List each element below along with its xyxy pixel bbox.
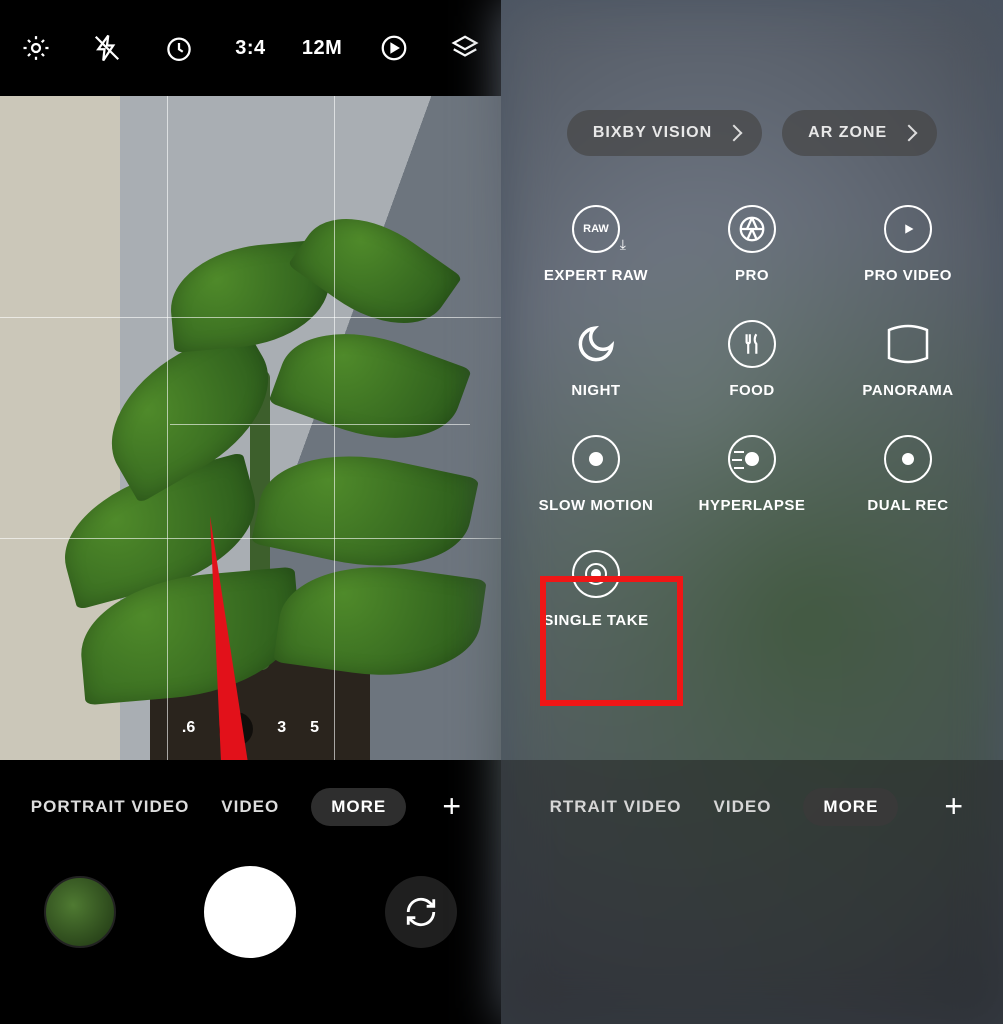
camera-main-screen: 3:4 12M bbox=[0, 0, 501, 1024]
ar-zone-label: AR ZONE bbox=[808, 124, 887, 142]
modes-grid: RAW ⤓ EXPERT RAW PRO PRO VIDEO bbox=[501, 205, 1003, 629]
mode-strip[interactable]: RTRAIT VIDEO VIDEO MORE bbox=[501, 760, 1003, 826]
grid-line bbox=[0, 538, 501, 539]
camera-viewfinder[interactable]: .6 1 3 5 bbox=[0, 96, 501, 760]
zoom-selector[interactable]: .6 1 3 5 bbox=[0, 719, 501, 746]
slow-motion-icon bbox=[572, 435, 620, 483]
mode-pro[interactable]: PRO bbox=[682, 205, 822, 284]
timer-button[interactable] bbox=[155, 24, 203, 72]
mode-more[interactable]: MORE bbox=[803, 788, 898, 826]
filters-button[interactable] bbox=[441, 24, 489, 72]
aspect-ratio-button[interactable]: 3:4 bbox=[226, 24, 274, 72]
aperture-icon bbox=[728, 205, 776, 253]
motion-photo-icon bbox=[379, 33, 409, 63]
dual-rec-icon bbox=[884, 435, 932, 483]
camera-bottom-bar: PORTRAIT VIDEO VIDEO MORE + bbox=[0, 760, 501, 1024]
mode-dual-rec[interactable]: DUAL REC bbox=[838, 435, 978, 514]
mode-night[interactable]: NIGHT bbox=[526, 320, 666, 399]
chevron-right-icon bbox=[901, 125, 918, 142]
mode-hyperlapse[interactable]: HYPERLAPSE bbox=[682, 435, 822, 514]
add-mode-button[interactable]: + bbox=[944, 790, 963, 822]
zoom-1x[interactable]: 1 bbox=[219, 712, 253, 746]
panorama-icon bbox=[884, 320, 932, 368]
mode-portrait-video[interactable]: PORTRAIT VIDEO bbox=[31, 797, 190, 817]
zoom-3x[interactable]: 3 bbox=[277, 719, 286, 746]
camera-top-bar: 3:4 12M bbox=[0, 0, 501, 96]
flash-button[interactable] bbox=[83, 24, 131, 72]
grid-line bbox=[0, 317, 501, 318]
moon-icon bbox=[572, 320, 620, 368]
more-bottom-bar: RTRAIT VIDEO VIDEO MORE + bbox=[501, 760, 1003, 1024]
bixby-vision-button[interactable]: BIXBY VISION bbox=[567, 110, 762, 156]
shutter-button[interactable] bbox=[204, 866, 296, 958]
add-mode-button[interactable]: + bbox=[442, 790, 461, 822]
grid-line bbox=[167, 96, 168, 760]
mode-portrait-video[interactable]: RTRAIT VIDEO bbox=[550, 797, 682, 817]
layers-icon bbox=[450, 33, 480, 63]
mode-slow-motion[interactable]: SLOW MOTION bbox=[526, 435, 666, 514]
gear-icon bbox=[21, 33, 51, 63]
level-line bbox=[170, 424, 470, 425]
mode-video[interactable]: VIDEO bbox=[714, 797, 772, 817]
mode-food[interactable]: FOOD bbox=[682, 320, 822, 399]
chevron-right-icon bbox=[726, 125, 743, 142]
hyperlapse-icon bbox=[728, 435, 776, 483]
mode-video[interactable]: VIDEO bbox=[221, 797, 279, 817]
motion-photo-button[interactable] bbox=[370, 24, 418, 72]
mode-panorama[interactable]: PANORAMA bbox=[838, 320, 978, 399]
mode-more[interactable]: MORE bbox=[311, 788, 406, 826]
switch-camera-icon bbox=[404, 895, 438, 929]
gallery-thumbnail[interactable] bbox=[44, 876, 116, 948]
bixby-vision-label: BIXBY VISION bbox=[593, 124, 712, 142]
zoom-ultrawide[interactable]: .6 bbox=[182, 719, 195, 746]
zoom-5x[interactable]: 5 bbox=[310, 719, 319, 746]
grid-line bbox=[334, 96, 335, 760]
mode-strip[interactable]: PORTRAIT VIDEO VIDEO MORE bbox=[0, 760, 501, 826]
annotation-highlight bbox=[540, 576, 683, 706]
switch-camera-button[interactable] bbox=[385, 876, 457, 948]
resolution-button[interactable]: 12M bbox=[298, 24, 346, 72]
ar-zone-button[interactable]: AR ZONE bbox=[782, 110, 937, 156]
mode-pro-video[interactable]: PRO VIDEO bbox=[838, 205, 978, 284]
mode-expert-raw[interactable]: RAW ⤓ EXPERT RAW bbox=[526, 205, 666, 284]
camera-more-screen: BIXBY VISION AR ZONE RAW ⤓ EXPERT RAW bbox=[501, 0, 1003, 1024]
expert-raw-icon: RAW ⤓ bbox=[572, 205, 620, 253]
timer-icon bbox=[164, 33, 194, 63]
flash-off-icon bbox=[92, 33, 122, 63]
food-icon bbox=[728, 320, 776, 368]
settings-button[interactable] bbox=[12, 24, 60, 72]
pro-video-icon bbox=[884, 205, 932, 253]
